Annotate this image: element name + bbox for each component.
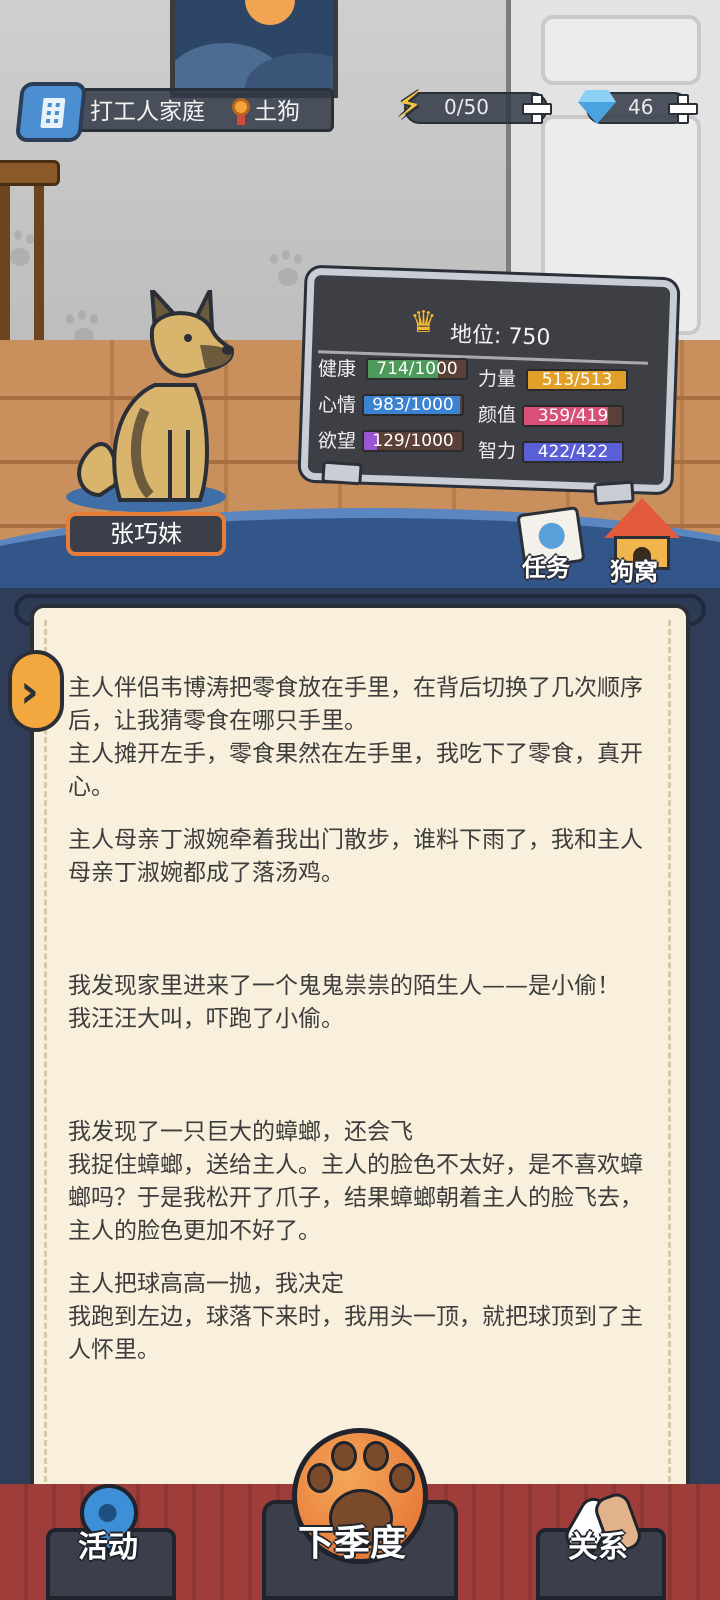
stat-value-intelligence: 422/422 bbox=[537, 442, 609, 462]
chevron-right-icon: › bbox=[20, 664, 39, 718]
family-name: 打工人家庭 bbox=[90, 99, 205, 125]
dog-character[interactable] bbox=[60, 290, 240, 510]
stat-label-strength: 力量 bbox=[478, 368, 517, 390]
kennel-button[interactable]: 狗窝 bbox=[610, 552, 658, 587]
building-icon bbox=[14, 82, 88, 142]
stat-value-desire: 129/1000 bbox=[372, 431, 454, 451]
story-entry: 我发现家里进来了一个鬼鬼祟祟的陌生人——是小偷！ 我汪汪大叫，吓跑了小偷。 bbox=[68, 973, 620, 1032]
stat-value-mood: 983/1000 bbox=[372, 395, 454, 415]
story-log: 主人伴侣韦博涛把零食放在手里，在背后切换了几次顺序后，让我猜零食在哪只手里。 主… bbox=[68, 672, 644, 1387]
status-value: 地位: 750 bbox=[449, 322, 551, 351]
diamond-icon bbox=[578, 90, 616, 124]
story-entry: 主人把球高高一抛，我决定 我跑到左边，球落下来时，我用头一顶，就把球顶到了主人怀… bbox=[68, 1271, 643, 1363]
add-gems-button[interactable] bbox=[668, 94, 698, 124]
stat-value-strength: 513/513 bbox=[541, 370, 613, 390]
lightning-icon: ⚡ bbox=[396, 83, 423, 127]
paw-print-decoration bbox=[268, 254, 308, 288]
medal-icon bbox=[232, 98, 250, 125]
wall-poster bbox=[170, 0, 338, 98]
gem-value: 46 bbox=[628, 95, 654, 119]
expand-tab-button[interactable]: › bbox=[8, 650, 64, 732]
add-energy-button[interactable] bbox=[522, 94, 552, 124]
stat-bar-desire: 129/1000 bbox=[362, 430, 464, 452]
story-entry: 我发现了一只巨大的蟑螂，还会飞 我捉住蟑螂，送给主人。主人的脸色不太好，是不喜欢… bbox=[68, 1119, 643, 1244]
stat-bar-health: 714/1000 bbox=[366, 358, 468, 380]
energy-value: 0/50 bbox=[444, 95, 489, 119]
activity-label[interactable]: 活动 bbox=[78, 1522, 138, 1566]
stat-bar-strength: 513/513 bbox=[526, 369, 628, 391]
stat-value-looks: 359/419 bbox=[537, 406, 609, 426]
stat-value-health: 714/1000 bbox=[376, 359, 458, 379]
stat-label-desire: 欲望 bbox=[318, 430, 357, 452]
stat-label-intelligence: 智力 bbox=[478, 440, 517, 462]
story-entry: 主人母亲丁淑婉牵着我出门散步，谁料下雨了，我和主人母亲丁淑婉都成了落汤鸡。 bbox=[68, 827, 643, 886]
stat-label-looks: 颜值 bbox=[478, 404, 517, 426]
stat-label-mood: 心情 bbox=[318, 394, 357, 416]
stat-bar-mood: 983/1000 bbox=[362, 394, 464, 416]
tasks-button[interactable]: 任务 bbox=[522, 548, 570, 583]
story-entry: 主人伴侣韦博涛把零食放在手里，在背后切换了几次顺序后，让我猜零食在哪只手里。 主… bbox=[68, 675, 643, 800]
stat-label-health: 健康 bbox=[318, 358, 357, 380]
rank-name: 土狗 bbox=[254, 99, 300, 125]
stat-bar-looks: 359/419 bbox=[522, 405, 624, 427]
relations-label[interactable]: 关系 bbox=[568, 1522, 628, 1566]
stat-bar-intelligence: 422/422 bbox=[522, 441, 624, 463]
crown-icon: ♛ bbox=[410, 305, 437, 340]
next-season-label[interactable]: 下季度 bbox=[298, 1514, 406, 1566]
stool bbox=[0, 160, 60, 186]
pet-name-plate[interactable]: 张巧妹 bbox=[66, 512, 226, 556]
